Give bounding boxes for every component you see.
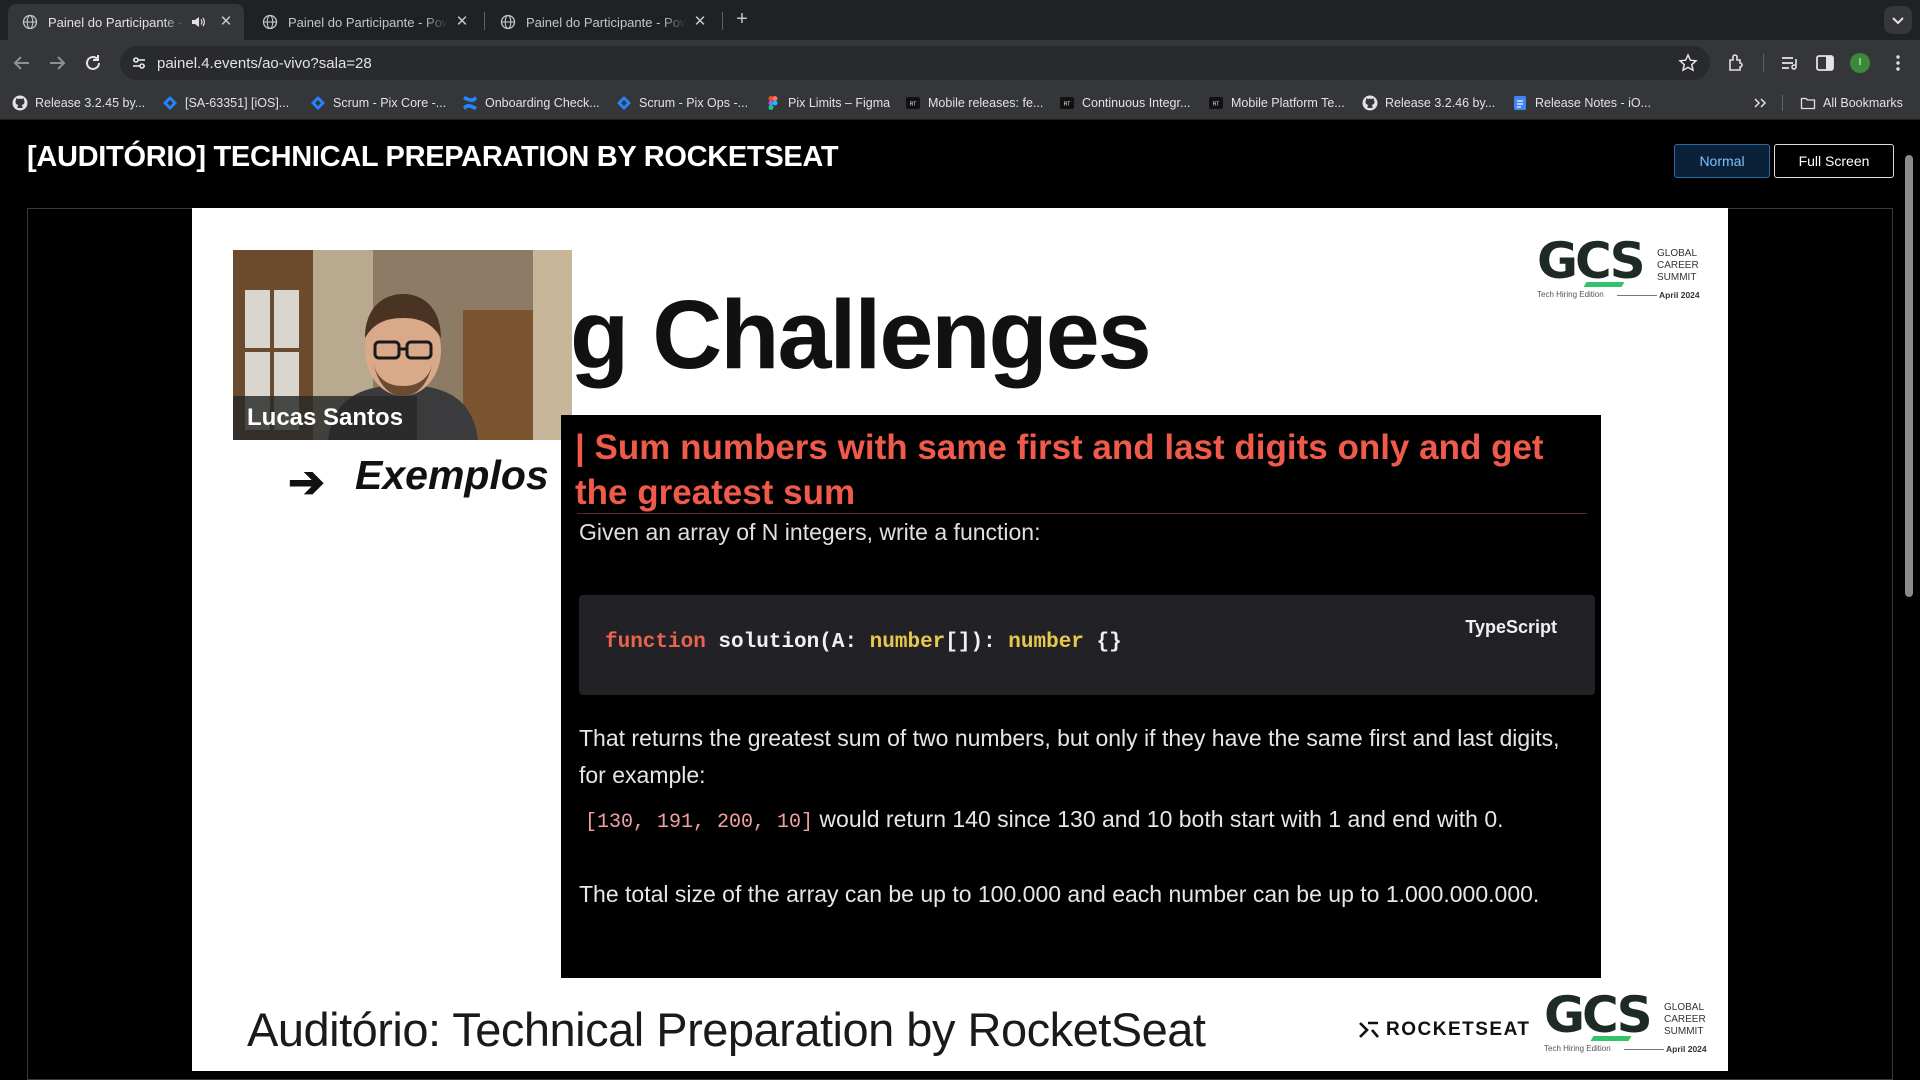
problem-constraints: The total size of the array can be up to… — [579, 881, 1540, 907]
globe-icon — [500, 14, 516, 30]
globe-icon — [22, 14, 38, 30]
all-bookmarks-button[interactable]: All Bookmarks — [1800, 86, 1903, 120]
problem-description: That returns the greatest sum of two num… — [579, 725, 1560, 788]
site-settings-icon[interactable] — [130, 54, 148, 72]
tab-title: Painel do Participante - Powe — [526, 14, 686, 30]
problem-statement-panel: | Sum numbers with same first and last d… — [561, 415, 1601, 978]
docs-icon — [1514, 96, 1526, 110]
bookmark-item[interactable]: Onboarding Check... — [462, 86, 600, 120]
back-arrow-icon[interactable] — [10, 51, 34, 75]
close-tab-icon[interactable]: ✕ — [218, 14, 234, 30]
bookmark-item[interactable]: Release 3.2.46 by... — [1362, 86, 1495, 120]
page-title: [AUDITÓRIO] TECHNICAL PREPARATION BY ROC… — [27, 141, 839, 173]
address-bar[interactable]: painel.4.events/ao-vivo?sala=28 — [120, 46, 1710, 80]
speaker-webcam: Lucas Santos — [233, 250, 572, 440]
globe-icon — [262, 14, 278, 30]
svg-text:RT: RT — [1064, 102, 1071, 108]
code-language-label: TypeScript — [1465, 617, 1557, 637]
rocketseat-mark-icon — [1359, 1021, 1379, 1038]
tab-separator — [484, 12, 485, 30]
bookmark-item[interactable]: RT Mobile releases: fe... — [905, 86, 1043, 120]
profile-avatar[interactable]: I — [1850, 53, 1870, 73]
tab-strip: Painel do Participante - P ✕ Painel do P… — [0, 0, 1920, 40]
tab-3[interactable]: Painel do Participante - Powe ✕ — [486, 4, 718, 40]
function-signature: function solution(A: number[]): number {… — [605, 631, 1122, 654]
slide-heading: g Challenges — [570, 280, 1152, 389]
speaker-name-tag: Lucas Santos — [233, 396, 418, 440]
page-scrollbar[interactable] — [1905, 155, 1913, 597]
tab-1[interactable]: Painel do Participante - P ✕ — [8, 4, 244, 40]
svg-text:RT: RT — [1213, 102, 1220, 108]
confluence-icon — [463, 96, 477, 110]
kebab-menu-icon[interactable] — [1886, 51, 1910, 75]
normal-mode-button[interactable]: Normal — [1674, 144, 1770, 178]
problem-title: | Sum numbers with same first and last d… — [575, 428, 1544, 512]
bookmark-item[interactable]: [SA-63351] [iOS]... — [162, 86, 289, 120]
bookmark-item[interactable]: Scrum - Pix Ops -... — [616, 86, 748, 120]
url-text: painel.4.events/ao-vivo?sala=28 — [157, 55, 372, 72]
github-icon — [12, 95, 28, 111]
close-tab-icon[interactable]: ✕ — [454, 14, 470, 30]
forward-arrow-icon[interactable] — [45, 51, 69, 75]
close-tab-icon[interactable]: ✕ — [692, 14, 708, 30]
gcs-logo: GCS GLOBAL CAREER SUMMIT Tech Hiring Edi… — [1544, 986, 1707, 1054]
tab-search-button[interactable] — [1884, 6, 1912, 34]
session-title: Auditório: Technical Preparation by Rock… — [247, 1003, 1206, 1056]
rocketseat-logo: ROCKETSEAT — [1358, 1018, 1530, 1042]
problem-example: [130, 191, 200, 10] would return 140 sin… — [585, 806, 1504, 834]
full-screen-button[interactable]: Full Screen — [1774, 144, 1894, 178]
gcs-accent — [1583, 282, 1625, 287]
app-icon: RT — [906, 97, 920, 109]
tab-2[interactable]: Painel do Participante - Powe ✕ — [248, 4, 480, 40]
bookmark-item[interactable]: Pix Limits – Figma — [765, 86, 890, 120]
jira-icon — [311, 96, 325, 110]
browser-toolbar: painel.4.events/ao-vivo?sala=28 I — [0, 40, 1920, 86]
toolbar-divider — [1763, 54, 1764, 72]
code-block: function solution(A: number[]): number {… — [579, 595, 1595, 695]
reload-icon[interactable] — [81, 51, 105, 75]
folder-icon — [1800, 97, 1816, 110]
figma-icon — [768, 96, 778, 110]
bookmark-item[interactable]: Scrum - Pix Core -... — [310, 86, 446, 120]
double-chevron-icon[interactable] — [1752, 95, 1768, 111]
new-tab-button[interactable]: + — [730, 8, 754, 32]
speaker-icon[interactable] — [190, 14, 206, 30]
example-array: [130, 191, 200, 10] — [585, 811, 814, 834]
bookmark-item[interactable]: Release Notes - iO... — [1512, 86, 1651, 120]
problem-intro: Given an array of N integers, write a fu… — [579, 519, 1041, 545]
extensions-icon[interactable] — [1725, 51, 1749, 75]
jira-icon — [163, 96, 177, 110]
side-panel-icon[interactable] — [1813, 51, 1837, 75]
bookmark-star-icon[interactable] — [1678, 53, 1698, 73]
media-control-icon[interactable] — [1778, 51, 1802, 75]
slide-subheading: Exemplos — [355, 452, 549, 498]
tab-separator — [722, 12, 723, 30]
bookmark-item[interactable]: Release 3.2.45 by... — [12, 86, 145, 120]
bookmark-item[interactable]: RT Mobile Platform Te... — [1208, 86, 1345, 120]
tab-title: Painel do Participante - Powe — [288, 14, 448, 30]
gcs-accent — [1590, 1036, 1632, 1041]
svg-text:RT: RT — [910, 102, 917, 108]
github-icon — [1362, 95, 1378, 111]
lower-third: Auditório: Technical Preparation by Rock… — [192, 978, 1728, 1071]
presentation-slide: Lucas Santos g Challenges ➔ Exemplos GCS… — [192, 208, 1728, 1071]
app-icon: RT — [1209, 97, 1223, 109]
tab-title: Painel do Participante - P — [48, 14, 184, 30]
chevron-down-icon — [1892, 17, 1904, 25]
app-icon: RT — [1060, 97, 1074, 109]
bookmark-item[interactable]: RT Continuous Integr... — [1059, 86, 1190, 120]
gcs-logo: GCS GLOBAL CAREER SUMMIT Tech Hiring Edi… — [1537, 232, 1700, 300]
bookmarks-divider — [1782, 95, 1783, 111]
title-divider — [577, 513, 1587, 514]
bookmarks-bar: Release 3.2.45 by... [SA-63351] [iOS]...… — [0, 86, 1920, 120]
right-arrow-icon: ➔ — [288, 458, 325, 507]
jira-icon — [617, 96, 631, 110]
